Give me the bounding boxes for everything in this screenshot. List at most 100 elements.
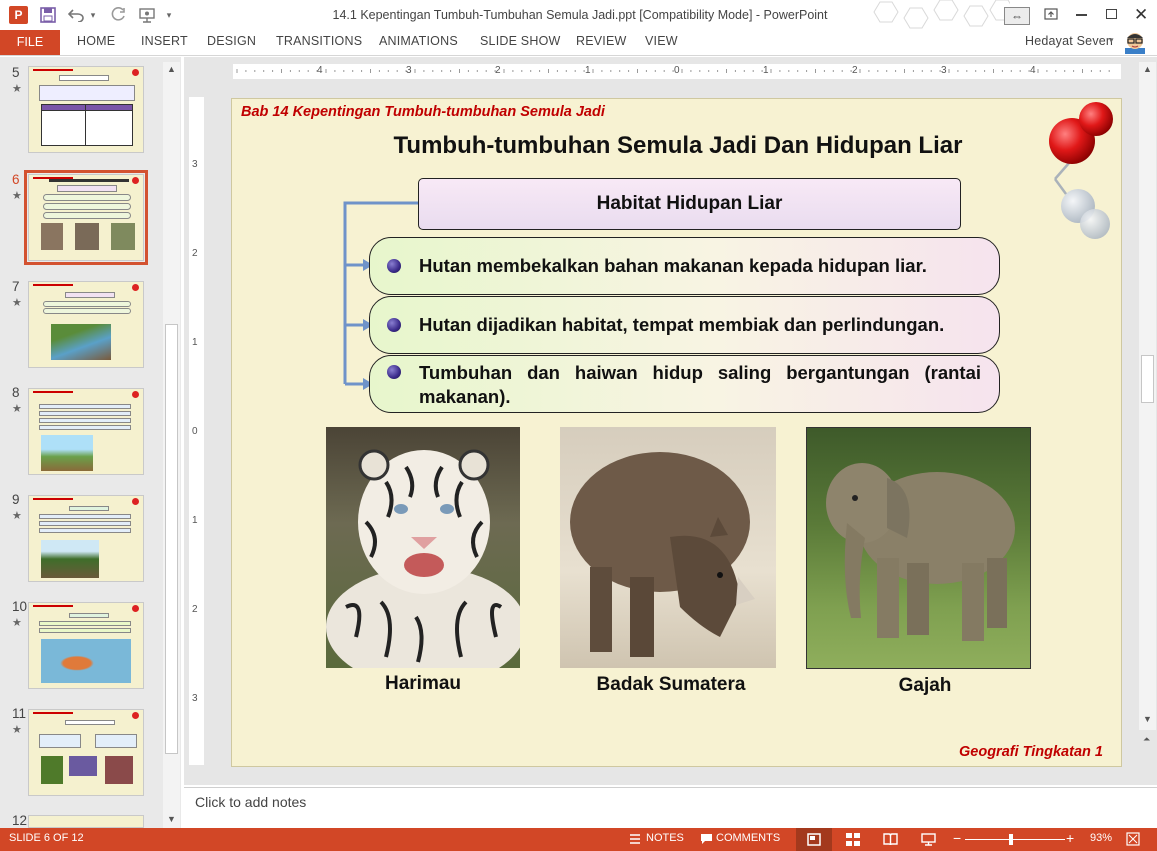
slide-thumbnail-7[interactable]: [28, 281, 144, 368]
animation-star-icon: ★: [12, 83, 22, 95]
zoom-out-icon[interactable]: −: [953, 830, 961, 846]
slide-thumbnail-9[interactable]: [28, 495, 144, 582]
bullet-text-2: Hutan dijadikan habitat, tempat membiak …: [419, 314, 945, 335]
slide-scrollbar[interactable]: ▲ ▼ ⏶: [1139, 62, 1156, 744]
scroll-down-icon[interactable]: ▼: [167, 814, 176, 824]
scrollbar-thumb[interactable]: [1141, 355, 1154, 403]
ruler-number: 1: [192, 337, 198, 348]
slide-thumbnail-10[interactable]: [28, 602, 144, 689]
horizontal-ruler[interactable]: 4 3 2 1 0 1 2 3 4: [233, 64, 1121, 79]
start-from-beginning-icon[interactable]: [136, 5, 158, 25]
thumbnail-number: 6: [12, 172, 20, 187]
slide-thumbnail-5[interactable]: [28, 66, 144, 153]
ruler-number: 0: [192, 426, 198, 437]
powerpoint-app-icon[interactable]: P: [9, 6, 28, 24]
rhino-photo[interactable]: [560, 427, 776, 668]
fit-slide-icon[interactable]: [1126, 832, 1140, 849]
ruler-number: 2: [192, 604, 198, 615]
thumbnail-number: 7: [12, 279, 20, 294]
animation-star-icon: ★: [12, 617, 22, 629]
scroll-up-icon[interactable]: ▲: [1143, 64, 1152, 74]
tiger-photo[interactable]: [326, 427, 520, 668]
animation-star-icon: ★: [12, 297, 22, 309]
chapter-heading: Bab 14 Kepentingan Tumbuh-tumbuhan Semul…: [241, 104, 605, 120]
elephant-caption: Gajah: [898, 675, 952, 696]
zoom-slider-thumb[interactable]: [1009, 834, 1013, 845]
close-icon[interactable]: ✕: [1134, 5, 1148, 25]
normal-view-icon[interactable]: [796, 828, 832, 851]
tab-insert[interactable]: INSERT: [141, 34, 188, 48]
scrollbar-thumb[interactable]: [165, 324, 178, 754]
previous-slide-icon[interactable]: ⏶: [1143, 734, 1150, 745]
tab-slide-show[interactable]: SLIDE SHOW: [480, 34, 561, 48]
notes-placeholder[interactable]: Click to add notes: [195, 794, 306, 810]
ruler-number: 2: [852, 65, 858, 76]
zoom-slider[interactable]: [965, 834, 1065, 845]
thumbnail-number: 12: [12, 813, 28, 828]
slide-sorter-icon[interactable]: [846, 833, 860, 849]
notes-icon[interactable]: [629, 833, 641, 845]
slide-canvas[interactable]: Bab 14 Kepentingan Tumbuh-tumbuhan Semul…: [231, 98, 1122, 767]
user-dropdown-icon[interactable]: ▾: [1109, 35, 1114, 46]
ruler-number: 0: [674, 65, 680, 76]
help-icon[interactable]: ⇔: [1004, 7, 1030, 25]
window-title: 14.1 Kepentingan Tumbuh-Tumbuhan Semula …: [332, 8, 828, 22]
tab-view[interactable]: VIEW: [645, 34, 678, 48]
bullet-icon: [387, 318, 401, 332]
elephant-photo[interactable]: [806, 427, 1031, 669]
ruler-number: 2: [192, 248, 198, 259]
slide-thumbnail-8[interactable]: [28, 388, 144, 475]
slide-title: Tumbuh-tumbuhan Semula Jadi Dan Hidupan …: [393, 132, 963, 159]
tab-transitions[interactable]: TRANSITIONS: [276, 34, 362, 48]
comments-icon[interactable]: [700, 833, 713, 845]
thumbnail-number: 11: [12, 706, 27, 721]
ruler-number: 3: [941, 65, 947, 76]
vertical-ruler[interactable]: 3 2 1 0 1 2 3: [189, 97, 204, 765]
thumbnail-number: 10: [12, 599, 28, 614]
undo-dropdown-icon[interactable]: ▾: [88, 5, 98, 25]
scroll-up-icon[interactable]: ▲: [167, 64, 176, 74]
minimize-icon[interactable]: [1076, 14, 1087, 16]
tab-review[interactable]: REVIEW: [576, 34, 627, 48]
save-icon[interactable]: [38, 5, 58, 25]
redo-icon[interactable]: [108, 5, 128, 25]
zoom-level[interactable]: 93%: [1090, 832, 1112, 844]
slide-thumbnail-6[interactable]: [24, 170, 148, 265]
ribbon-display-options-icon[interactable]: [1044, 8, 1058, 20]
scroll-down-icon[interactable]: ▼: [1143, 714, 1152, 724]
status-bar: SLIDE 6 OF 12 NOTES COMMENTS − + 93%: [0, 828, 1157, 851]
pushpin-icon: [1049, 102, 1113, 239]
maximize-icon[interactable]: [1106, 9, 1117, 19]
bullet-box-1: Hutan membekalkan bahan makanan kepada h…: [369, 237, 1000, 295]
thumbnail-scrollbar[interactable]: ▲ ▼: [163, 62, 180, 828]
bullet-icon: [387, 365, 401, 379]
animation-star-icon: ★: [12, 724, 22, 736]
animation-star-icon: ★: [12, 190, 22, 202]
tab-home[interactable]: HOME: [77, 34, 115, 48]
title-decoration-icon: [873, 0, 1010, 29]
reading-view-icon[interactable]: [883, 833, 898, 849]
thumbnail-number: 5: [12, 65, 20, 80]
tab-file[interactable]: FILE: [0, 30, 60, 55]
undo-icon[interactable]: [66, 5, 86, 25]
zoom-in-icon[interactable]: +: [1066, 830, 1074, 846]
notes-pane[interactable]: Click to add notes: [184, 787, 1157, 828]
thumbnail-number: 8: [12, 385, 20, 400]
notes-button[interactable]: NOTES: [646, 832, 684, 844]
user-name[interactable]: Hedayat Seven: [1025, 34, 1113, 48]
customize-toolbar-icon[interactable]: ▾: [162, 5, 176, 25]
tab-animations[interactable]: ANIMATIONS: [379, 34, 458, 48]
avatar[interactable]: [1121, 30, 1149, 54]
ribbon-tab-bar: HOME INSERT DESIGN TRANSITIONS ANIMATION…: [0, 30, 1157, 56]
slide-thumbnail-12[interactable]: [28, 815, 144, 828]
ruler-number: 1: [192, 515, 198, 526]
tab-design[interactable]: DESIGN: [207, 34, 256, 48]
ruler-number: 4: [1030, 65, 1036, 76]
comments-button[interactable]: COMMENTS: [716, 832, 780, 844]
app-icon-letter: P: [14, 8, 23, 22]
slide-thumbnail-11[interactable]: [28, 709, 144, 796]
habitat-heading-box: Habitat Hidupan Liar: [418, 178, 961, 230]
slide-show-icon[interactable]: [921, 833, 936, 849]
ruler-number: 1: [585, 65, 591, 76]
animation-star-icon: ★: [12, 403, 22, 415]
